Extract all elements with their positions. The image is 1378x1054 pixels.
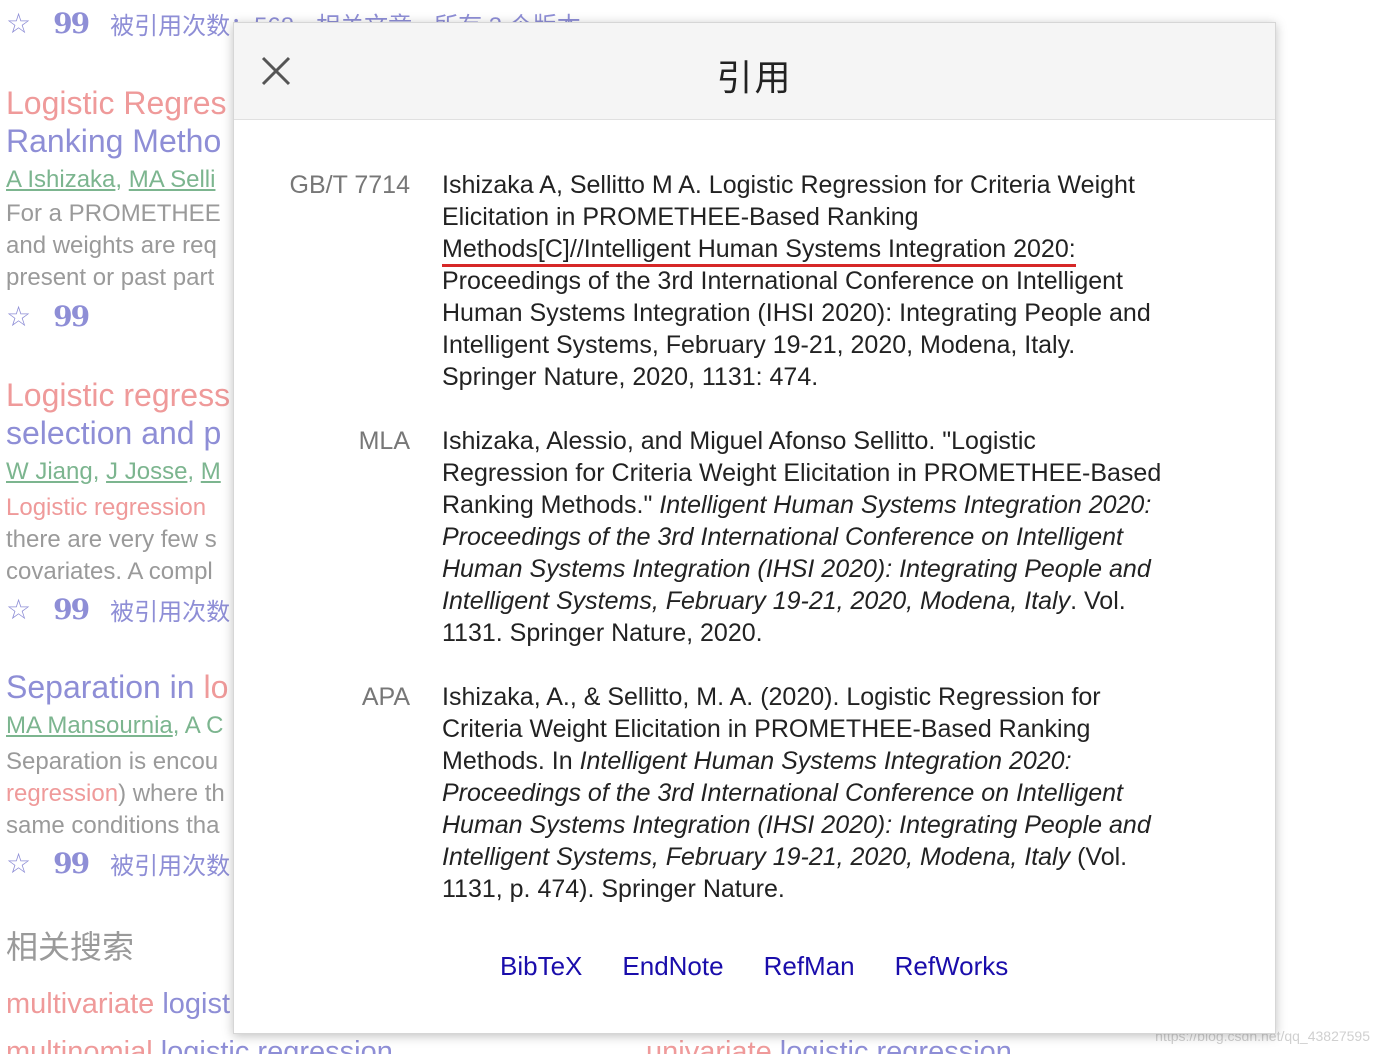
dialog-header: 引用: [234, 23, 1275, 120]
author-link[interactable]: J Josse: [106, 458, 187, 485]
citation-text[interactable]: Ishizaka A, Sellitto M A. Logistic Regre…: [442, 169, 1162, 393]
citation-row-apa: APA Ishizaka, A., & Sellitto, M. A. (202…: [234, 681, 1275, 905]
author-name: A C: [184, 712, 224, 739]
author-link[interactable]: MA Selli: [129, 166, 216, 193]
refworks-link[interactable]: RefWorks: [895, 951, 1009, 982]
result1-authors: A Ishizaka, MA Selli: [6, 166, 216, 193]
bibtex-link[interactable]: BibTeX: [500, 951, 582, 982]
citation-text[interactable]: Ishizaka, A., & Sellitto, M. A. (2020). …: [442, 681, 1162, 905]
result3-actions: ☆ 99 被引用次数: [6, 846, 230, 881]
dialog-title: 引用: [716, 58, 793, 99]
citation-table: GB/T 7714 Ishizaka A, Sellitto M A. Logi…: [234, 169, 1275, 937]
endnote-link[interactable]: EndNote: [622, 951, 723, 982]
result3-authors: MA Mansournia, A C: [6, 712, 224, 739]
refman-link[interactable]: RefMan: [764, 951, 855, 982]
result1-title-line2[interactable]: Ranking Metho: [6, 122, 221, 160]
result2-authors: W Jiang, J Josse, M: [6, 458, 221, 485]
red-underline-annotation: Methods[C]//Intelligent Human Systems In…: [442, 235, 1076, 267]
star-icon[interactable]: ☆: [6, 847, 31, 880]
result2-actions: ☆ 99 被引用次数: [6, 592, 230, 627]
author-link[interactable]: MA Mansournia: [6, 712, 173, 739]
result2-title-line2[interactable]: selection and p: [6, 414, 221, 452]
cited-by-link[interactable]: 被引用次数: [110, 846, 230, 881]
cite-dialog: 引用 GB/T 7714 Ishizaka A, Sellitto M A. L…: [233, 22, 1276, 1034]
result2-snippet: Logistic regression there are very few s…: [6, 494, 217, 585]
related-search-link[interactable]: multinomial logistic regression: [6, 1036, 393, 1054]
citation-text[interactable]: Ishizaka, Alessio, and Miguel Afonso Sel…: [442, 425, 1162, 649]
result3-snippet: Separation is encou regression) where th…: [6, 748, 225, 839]
result2-title[interactable]: Logistic regress: [6, 376, 230, 414]
author-link[interactable]: W Jiang: [6, 458, 93, 485]
author-link[interactable]: A Ishizaka: [6, 166, 115, 193]
cite-quote-icon[interactable]: 99: [53, 300, 90, 333]
star-icon[interactable]: ☆: [6, 7, 31, 40]
cite-quote-icon[interactable]: 99: [53, 7, 90, 40]
cite-quote-icon[interactable]: 99: [53, 847, 90, 880]
cited-by-link[interactable]: 被引用次数: [110, 592, 230, 627]
result1-actions: ☆ 99: [6, 300, 90, 333]
citation-format-label: APA: [361, 683, 410, 711]
cite-quote-icon[interactable]: 99: [53, 593, 90, 626]
related-search-link[interactable]: univariate logistic regression: [646, 1036, 1012, 1054]
related-searches-heading: 相关搜索: [6, 929, 135, 965]
result1-title[interactable]: Logistic Regres: [6, 84, 227, 122]
related-search-link[interactable]: multivariate logist: [6, 988, 230, 1021]
export-links: BibTeX EndNote RefMan RefWorks: [500, 951, 1008, 982]
star-icon[interactable]: ☆: [6, 593, 31, 626]
result3-title[interactable]: Separation in lo: [6, 668, 228, 706]
citation-format-label: GB/T 7714: [289, 171, 410, 199]
citation-format-label: MLA: [358, 427, 410, 455]
result1-snippet: For a PROMETHEE and weights are req pres…: [6, 200, 221, 291]
citation-row-mla: MLA Ishizaka, Alessio, and Miguel Afonso…: [234, 425, 1275, 649]
star-icon[interactable]: ☆: [6, 300, 31, 333]
citation-row-gbt: GB/T 7714 Ishizaka A, Sellitto M A. Logi…: [234, 169, 1275, 393]
author-link[interactable]: M: [201, 458, 221, 485]
